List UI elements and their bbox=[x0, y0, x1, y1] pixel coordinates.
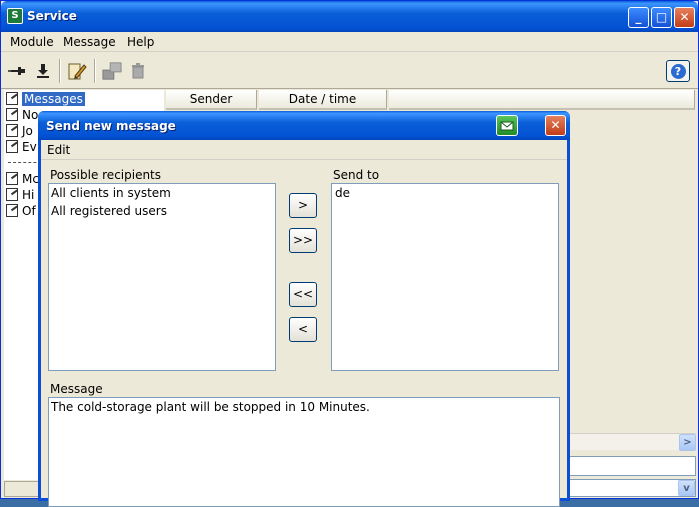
column-header-date-time[interactable]: Date / time bbox=[259, 90, 387, 110]
message-textarea[interactable]: The cold-storage plant will be stopped i… bbox=[48, 397, 560, 507]
document-icon bbox=[6, 92, 18, 105]
message-table-header: Sender Date / time bbox=[166, 90, 695, 110]
tree-item[interactable]: Jo bbox=[6, 123, 33, 138]
menu-module[interactable]: Module bbox=[10, 35, 54, 49]
tree-item-label: Ev bbox=[22, 139, 37, 154]
status-panel bbox=[4, 481, 40, 497]
toolbar-separator bbox=[59, 59, 61, 83]
column-header-empty bbox=[389, 90, 695, 110]
document-icon bbox=[6, 204, 18, 217]
scroll-right-icon[interactable]: > bbox=[679, 434, 696, 451]
tree-item-label: Jo bbox=[22, 123, 33, 138]
tree-item-label: Mc bbox=[22, 171, 39, 186]
tree-item[interactable]: No bbox=[6, 107, 38, 122]
list-item[interactable]: de bbox=[332, 184, 558, 202]
menu-message[interactable]: Message bbox=[63, 35, 116, 49]
send-icon[interactable] bbox=[496, 115, 518, 136]
document-icon bbox=[6, 140, 18, 153]
tree-item[interactable]: Of bbox=[6, 203, 36, 218]
document-icon bbox=[6, 108, 18, 121]
tree-item-label: Messages bbox=[22, 91, 85, 106]
message-label: Message bbox=[50, 382, 103, 396]
tree-item-messages[interactable]: Messages bbox=[6, 91, 85, 106]
dialog-menu-bar: Edit bbox=[41, 140, 567, 160]
list-item[interactable]: All clients in system bbox=[49, 184, 275, 202]
send-to-label: Send to bbox=[333, 168, 380, 182]
send-message-dialog: Send new message ✕ Edit Possible recipie… bbox=[38, 111, 570, 507]
download-icon[interactable] bbox=[33, 61, 53, 81]
possible-recipients-list[interactable]: All clients in system All registered use… bbox=[48, 183, 276, 371]
tree-item-label: No bbox=[22, 107, 39, 122]
detail-field[interactable] bbox=[569, 456, 696, 476]
tree-item[interactable]: Mc bbox=[6, 171, 39, 186]
dialog-title: Send new message bbox=[46, 119, 176, 133]
possible-recipients-label: Possible recipients bbox=[50, 168, 162, 182]
column-header-sender[interactable]: Sender bbox=[166, 90, 257, 110]
title-bar[interactable]: S Service _ □ ✕ bbox=[1, 1, 698, 32]
menu-bar: Module Message Help bbox=[1, 32, 698, 52]
document-icon bbox=[6, 124, 18, 137]
maximize-button[interactable]: □ bbox=[651, 7, 672, 28]
dialog-close-button[interactable]: ✕ bbox=[545, 115, 566, 136]
edit-pencil-icon[interactable] bbox=[67, 61, 87, 81]
tree-item-label: Hi bbox=[22, 187, 35, 202]
trash-icon[interactable] bbox=[128, 61, 148, 81]
document-icon bbox=[6, 188, 18, 201]
toolbar: ? bbox=[1, 53, 698, 89]
tree-item[interactable]: Hi bbox=[6, 187, 34, 202]
toolbar-separator bbox=[94, 59, 96, 83]
pin-icon[interactable] bbox=[7, 61, 27, 81]
chevron-down-icon[interactable]: v bbox=[678, 480, 695, 496]
list-item[interactable]: All registered users bbox=[49, 202, 275, 220]
menu-help[interactable]: Help bbox=[127, 35, 154, 49]
app-icon: S bbox=[7, 8, 23, 24]
horizontal-scrollbar[interactable]: > bbox=[561, 433, 696, 451]
remove-recipient-button[interactable]: < bbox=[289, 317, 317, 342]
menu-edit[interactable]: Edit bbox=[47, 143, 70, 157]
add-recipient-button[interactable]: > bbox=[289, 193, 317, 218]
help-icon: ? bbox=[670, 63, 686, 79]
document-icon bbox=[6, 172, 18, 185]
minimize-button[interactable]: _ bbox=[628, 7, 649, 28]
add-all-recipients-button[interactable]: >> bbox=[289, 228, 317, 253]
forward-icon[interactable] bbox=[102, 61, 122, 81]
help-button[interactable]: ? bbox=[666, 60, 690, 82]
tree-item[interactable]: Ev bbox=[6, 139, 37, 154]
remove-all-recipients-button[interactable]: << bbox=[289, 282, 317, 307]
dialog-title-bar[interactable]: Send new message ✕ bbox=[38, 111, 570, 140]
window-title: Service bbox=[27, 9, 77, 23]
bottom-combo[interactable]: v bbox=[569, 479, 696, 497]
send-to-list[interactable]: de bbox=[331, 183, 559, 371]
close-button[interactable]: ✕ bbox=[674, 7, 695, 28]
tree-item-label: Of bbox=[22, 203, 36, 218]
